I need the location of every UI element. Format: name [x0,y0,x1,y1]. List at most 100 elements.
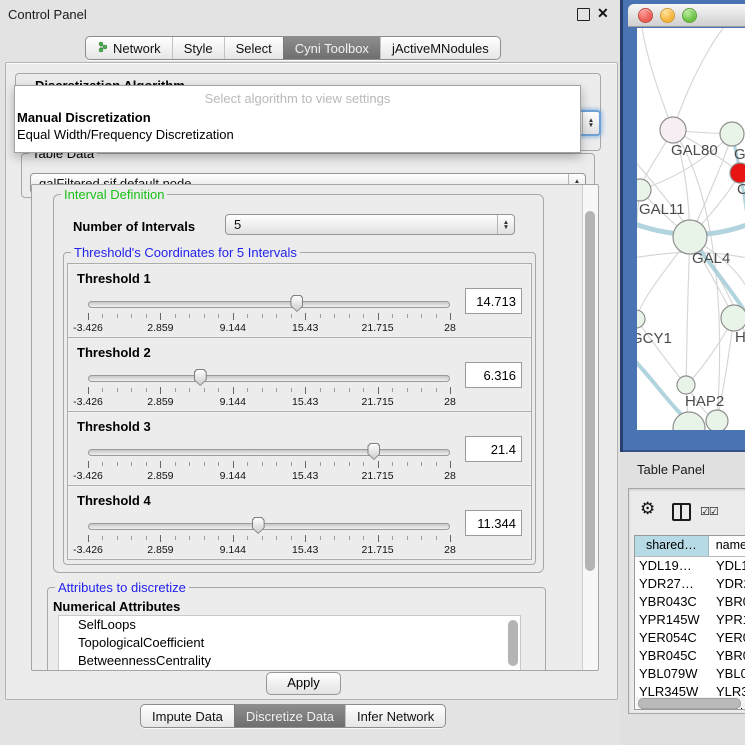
network-node-node[interactable] [673,412,705,430]
tab-cyni-toolbox[interactable]: Cyni Toolbox [283,37,380,59]
network-node-gal4[interactable] [673,220,707,254]
tick-label: 28 [444,396,456,408]
tab-discretize-data[interactable]: Discretize Data [234,705,345,727]
cell-name: YBR0 [709,647,745,665]
column-header-name[interactable]: name [709,536,745,556]
network-node-node[interactable] [720,122,744,146]
settings-vertical-scrollbar[interactable] [582,185,598,670]
column-header-shared-name[interactable]: shared… [635,536,709,556]
threshold-slider[interactable]: -3.4262.8599.14415.4321.71528 [88,298,450,336]
tick-label: 2.859 [147,544,173,556]
threshold-value-field[interactable]: 14.713 [465,288,522,314]
network-edge[interactable] [637,319,686,385]
network-node-gcy1[interactable] [637,310,645,328]
tick-label: 21.715 [362,544,394,556]
tab-style[interactable]: Style [172,37,224,59]
apply-button[interactable]: Apply [266,672,341,695]
control-panel-titlebar: Control Panel ✕ [0,0,620,28]
combo-stepper-icon[interactable]: ▲▼ [497,215,514,234]
float-window-icon[interactable] [577,8,590,21]
slider-thumb[interactable] [252,517,265,534]
network-edge[interactable] [642,28,673,130]
network-node-hap2[interactable] [677,376,695,394]
attributes-list-scrollbar[interactable] [506,616,520,671]
table-panel: Table Panel ⚙ ☑☑ shared… name YDL19…YDL1… [620,452,745,745]
tick-label: 9.144 [220,396,246,408]
threshold-value-field[interactable]: 11.344 [465,510,522,536]
attribute-list-item[interactable]: BetweennessCentrality [59,652,520,670]
slider-track[interactable] [88,523,450,530]
popup-item-equal-width[interactable]: Equal Width/Frequency Discretization [15,126,580,143]
network-edge[interactable] [673,28,727,130]
tab-label: Discretize Data [246,709,334,724]
tick-label: 9.144 [220,322,246,334]
close-traffic-light[interactable] [638,8,653,23]
table-row[interactable]: YBR045CYBR0 [635,647,745,665]
tick-label: 28 [444,322,456,334]
tab-jactivemnodules[interactable]: jActiveMNodules [380,37,500,59]
slider-thumb[interactable] [290,295,303,312]
threshold-label: Threshold 3 [77,419,151,434]
threshold-value-field[interactable]: 6.316 [465,362,522,388]
scrollbar-thumb[interactable] [638,698,741,709]
network-canvas[interactable]: GAL80GACGAL11GAL4GCY1HHAP2 [637,28,745,430]
cell-name: YBL0 [709,665,745,683]
slider-thumb[interactable] [367,443,380,460]
scrollbar-thumb[interactable] [585,211,595,571]
tick-label: 2.859 [147,322,173,334]
popup-item-manual-discretization[interactable]: Manual Discretization [15,109,580,126]
node-label-h: H [735,329,745,346]
table-row[interactable]: YBR043CYBR0 [635,593,745,611]
slider-thumb[interactable] [194,369,207,386]
node-label-hap2: HAP2 [685,393,724,410]
threshold-panel-2: Threshold 2-3.4262.8599.14415.4321.71528… [67,337,532,412]
table-row[interactable]: YDL19…YDL1 [635,557,745,575]
tab-select[interactable]: Select [224,37,283,59]
combo-stepper-icon[interactable]: ▲▼ [582,112,599,134]
network-node-node[interactable] [706,410,728,430]
tick-label: -3.426 [73,396,103,408]
tick-label: 15.43 [292,470,318,482]
tab-infer-network[interactable]: Infer Network [345,705,445,727]
network-edge[interactable] [686,237,690,385]
network-node-h-node[interactable] [721,305,745,331]
slider-track[interactable] [88,449,450,456]
tab-network[interactable]: Network [86,37,172,59]
settings-scroll-area: Interval Definition Number of Intervals … [31,184,599,671]
tab-impute-data[interactable]: Impute Data [141,705,234,727]
network-node-gal11[interactable] [637,179,651,201]
network-node-red-node[interactable] [730,163,745,183]
threshold-slider[interactable]: -3.4262.8599.14415.4321.71528 [88,372,450,410]
close-icon[interactable]: ✕ [597,5,609,22]
threshold-slider[interactable]: -3.4262.8599.14415.4321.71528 [88,520,450,558]
column-layout-icon[interactable] [672,503,691,521]
slider-track[interactable] [88,301,450,308]
scrollbar-thumb[interactable] [508,620,518,666]
tick-label: -3.426 [73,322,103,334]
slider-track[interactable] [88,375,450,382]
attribute-list-item[interactable]: SelfLoops [59,616,520,634]
attribute-list-item[interactable]: TopologicalCoefficient [59,634,520,652]
checkbox-icons[interactable]: ☑☑ [700,505,718,518]
minimize-traffic-light[interactable] [660,8,675,23]
threshold-slider[interactable]: -3.4262.8599.14415.4321.71528 [88,446,450,484]
table-row[interactable]: YBL079WYBL0 [635,665,745,683]
threshold-label: Threshold 4 [77,493,151,508]
table-horizontal-scrollbar[interactable] [636,697,745,708]
threshold-panel-1: Threshold 1-3.4262.8599.14415.4321.71528… [67,263,532,338]
table-row[interactable]: YDR27…YDR2 [635,575,745,593]
tab-label: Style [184,41,213,56]
threshold-value-field[interactable]: 21.4 [465,436,522,462]
network-node-gal80[interactable] [660,117,686,143]
cell-name: YDR2 [709,575,745,593]
number-of-intervals-combobox[interactable]: 5 ▲▼ [225,214,515,235]
tick-label: 21.715 [362,396,394,408]
network-window-titlebar[interactable] [628,4,745,27]
network-view-window: GAL80GACGAL11GAL4GCY1HHAP2 [620,0,745,452]
table-row[interactable]: YER054CYER0 [635,629,745,647]
gear-icon[interactable]: ⚙ [640,499,655,519]
threshold-panel-3: Threshold 3 -3.4262.8599.14415.4321.71528… [67,411,532,486]
cell-name: YPR1 [709,611,745,629]
zoom-traffic-light[interactable] [682,8,697,23]
table-row[interactable]: YPR145WYPR1 [635,611,745,629]
